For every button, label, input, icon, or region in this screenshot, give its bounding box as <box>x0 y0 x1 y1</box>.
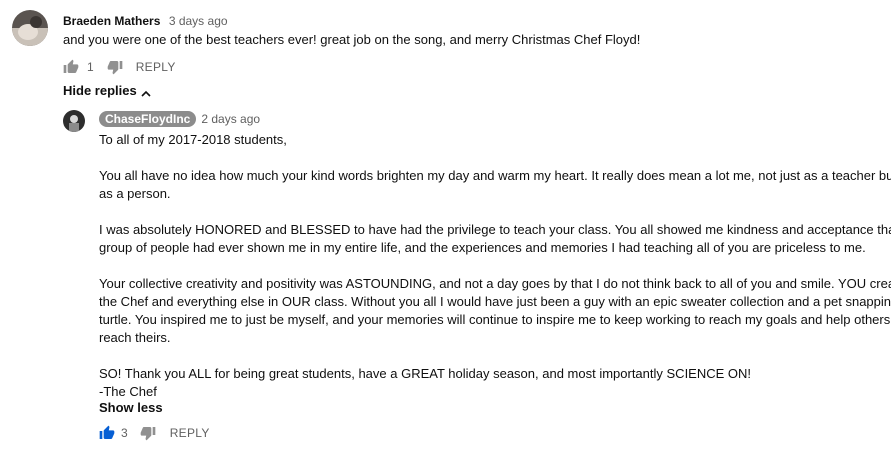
reply-line <box>99 347 884 365</box>
reply-button[interactable]: REPLY <box>136 60 176 74</box>
like-button[interactable] <box>99 425 115 441</box>
comment-text: and you were one of the best teachers ev… <box>63 32 641 47</box>
reply-line <box>99 257 884 275</box>
reply-line: turtle. You inspired me to just be mysel… <box>99 312 891 327</box>
reply-author-badge[interactable]: ChaseFloydInc <box>99 111 197 127</box>
chevron-up-icon <box>141 86 151 97</box>
commenter-avatar[interactable] <box>12 10 48 46</box>
reply-line: You all have no idea how much your kind … <box>99 168 891 183</box>
comment-header: Braeden Mathers 3 days ago <box>63 12 228 30</box>
reply-header: ChaseFloydInc 2 days ago <box>99 111 260 127</box>
reply-actions: 3 REPLY <box>99 424 210 442</box>
reply-avatar[interactable] <box>63 110 85 132</box>
reply-line: the Chef and everything else in OUR clas… <box>99 294 891 309</box>
comment-time[interactable]: 3 days ago <box>169 14 228 28</box>
thumbs-down-icon <box>140 427 156 441</box>
reply-line: -The Chef <box>99 384 157 399</box>
like-button[interactable] <box>63 59 79 75</box>
reply-line <box>99 149 884 167</box>
reply-line: as a person. <box>99 186 171 201</box>
reply-line <box>99 203 884 221</box>
reply-time[interactable]: 2 days ago <box>201 112 260 126</box>
reply-line: To all of my 2017-2018 students, <box>99 132 287 147</box>
reply-line: Your collective creativity and positivit… <box>99 276 891 291</box>
reply-line: reach theirs. <box>99 330 171 345</box>
thumbs-up-icon <box>63 59 79 73</box>
like-count: 1 <box>87 60 94 74</box>
dislike-button[interactable] <box>140 425 156 441</box>
show-less-button[interactable]: Show less <box>99 400 163 415</box>
comment-actions: 1 REPLY <box>63 58 176 76</box>
channel-avatar-icon <box>63 110 85 132</box>
reply-line: group of people had ever shown me in my … <box>99 240 866 255</box>
reply-text: To all of my 2017-2018 students, You all… <box>99 131 891 401</box>
hide-replies-toggle[interactable]: Hide replies <box>63 83 151 98</box>
thumbs-down-icon <box>107 61 123 75</box>
hide-replies-label: Hide replies <box>63 83 137 98</box>
like-count: 3 <box>121 426 128 440</box>
user-avatar-icon <box>12 10 48 46</box>
thumbs-up-icon <box>99 425 115 439</box>
dislike-button[interactable] <box>107 59 123 75</box>
reply-button[interactable]: REPLY <box>170 426 210 440</box>
reply-line: SO! Thank you ALL for being great studen… <box>99 366 752 381</box>
comment-author[interactable]: Braeden Mathers <box>63 14 160 28</box>
reply-line: I was absolutely HONORED and BLESSED to … <box>99 222 891 237</box>
